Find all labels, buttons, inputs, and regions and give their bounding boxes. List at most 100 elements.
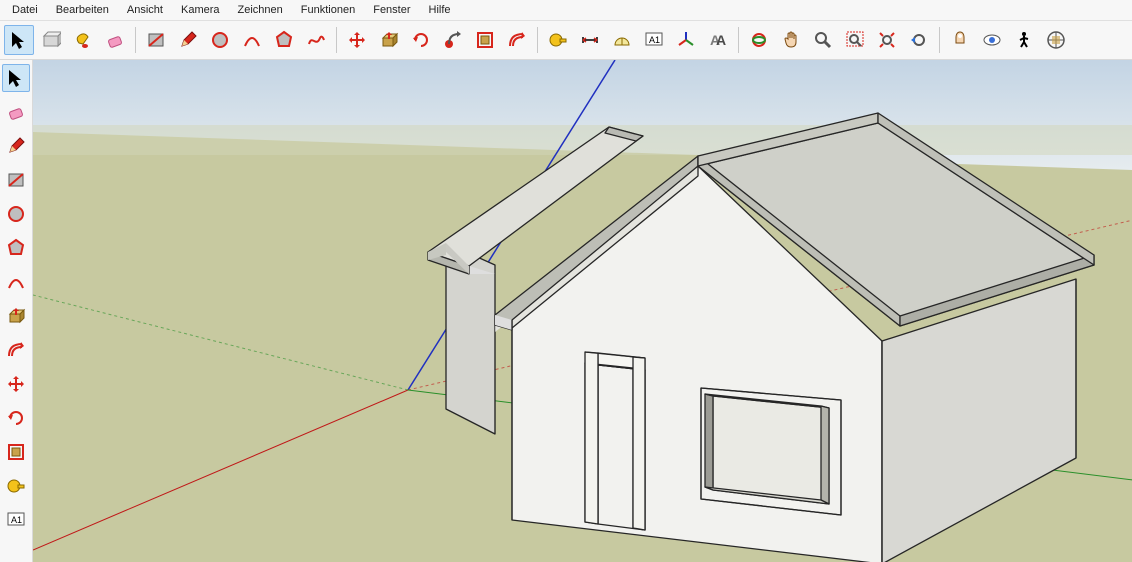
make-component[interactable] bbox=[36, 25, 66, 55]
eraser-icon bbox=[6, 102, 26, 122]
zoom-extents-tool[interactable] bbox=[872, 25, 902, 55]
protractor-icon bbox=[612, 30, 632, 50]
prevview-icon bbox=[909, 30, 929, 50]
toolbar-top bbox=[0, 21, 1132, 60]
move-tool[interactable] bbox=[342, 25, 372, 55]
zoomext-icon bbox=[877, 30, 897, 50]
push-pull-tool[interactable] bbox=[2, 302, 30, 330]
freehand-icon bbox=[306, 30, 326, 50]
move-icon bbox=[347, 30, 367, 50]
zoomwin-icon bbox=[845, 30, 865, 50]
pushpull-icon bbox=[6, 306, 26, 326]
rotate-tool[interactable] bbox=[2, 404, 30, 432]
push-pull-tool[interactable] bbox=[374, 25, 404, 55]
poscam-icon bbox=[950, 30, 970, 50]
zoom-tool[interactable] bbox=[808, 25, 838, 55]
polygon-tool[interactable] bbox=[2, 234, 30, 262]
move-tool[interactable] bbox=[2, 370, 30, 398]
line-tool[interactable] bbox=[173, 25, 203, 55]
arc-icon bbox=[242, 30, 262, 50]
axes-tool[interactable] bbox=[671, 25, 701, 55]
scale-tool[interactable] bbox=[470, 25, 500, 55]
menu-kamera[interactable]: Kamera bbox=[173, 2, 228, 18]
previous-view[interactable] bbox=[904, 25, 934, 55]
tape-icon bbox=[6, 476, 26, 496]
walk-tool[interactable] bbox=[1009, 25, 1039, 55]
menu-hilfe[interactable]: Hilfe bbox=[421, 2, 459, 18]
rect-diag-icon bbox=[146, 30, 166, 50]
zoom-icon bbox=[813, 30, 833, 50]
menu-datei[interactable]: Datei bbox=[4, 2, 46, 18]
rect-diag-icon bbox=[6, 170, 26, 190]
polygon-icon bbox=[274, 30, 294, 50]
eraser-tool[interactable] bbox=[2, 98, 30, 126]
offset-tool[interactable] bbox=[2, 336, 30, 364]
arc-tool[interactable] bbox=[2, 268, 30, 296]
position-camera[interactable] bbox=[945, 25, 975, 55]
3d-text-tool[interactable] bbox=[703, 25, 733, 55]
paint-bucket-tool[interactable] bbox=[68, 25, 98, 55]
menu-bearbeiten[interactable]: Bearbeiten bbox=[48, 2, 117, 18]
follow-me-tool[interactable] bbox=[438, 25, 468, 55]
orbit-icon bbox=[749, 30, 769, 50]
toolbar-separator bbox=[135, 27, 136, 53]
polygon-tool[interactable] bbox=[269, 25, 299, 55]
rectangle-tool[interactable] bbox=[141, 25, 171, 55]
menu-funktionen[interactable]: Funktionen bbox=[293, 2, 363, 18]
offset-icon bbox=[6, 340, 26, 360]
lookaround-icon bbox=[982, 30, 1002, 50]
pan-tool[interactable] bbox=[776, 25, 806, 55]
scale-icon bbox=[6, 442, 26, 462]
move-icon bbox=[6, 374, 26, 394]
menu-fenster[interactable]: Fenster bbox=[365, 2, 418, 18]
circle-tool[interactable] bbox=[205, 25, 235, 55]
rotate-tool[interactable] bbox=[406, 25, 436, 55]
line-tool[interactable] bbox=[2, 132, 30, 160]
tape-measure-tool[interactable] bbox=[2, 472, 30, 500]
menu-zeichnen[interactable]: Zeichnen bbox=[230, 2, 291, 18]
3d-viewport[interactable] bbox=[33, 60, 1132, 562]
protractor-tool[interactable] bbox=[607, 25, 637, 55]
scale-icon bbox=[475, 30, 495, 50]
rectangle-tool[interactable] bbox=[2, 166, 30, 194]
section-plane[interactable] bbox=[1041, 25, 1071, 55]
text-icon bbox=[6, 510, 26, 530]
dimension-icon bbox=[580, 30, 600, 50]
menu-ansicht[interactable]: Ansicht bbox=[119, 2, 171, 18]
followme-icon bbox=[443, 30, 463, 50]
freehand-tool[interactable] bbox=[301, 25, 331, 55]
cursor-icon bbox=[6, 68, 26, 88]
zoom-window-tool[interactable] bbox=[840, 25, 870, 55]
paint-icon bbox=[73, 30, 93, 50]
pencil-icon bbox=[178, 30, 198, 50]
eraser-icon bbox=[105, 30, 125, 50]
section-icon bbox=[1046, 30, 1066, 50]
select-tool[interactable] bbox=[4, 25, 34, 55]
rotate-icon bbox=[411, 30, 431, 50]
pencil-icon bbox=[6, 136, 26, 156]
toolbar-separator bbox=[738, 27, 739, 53]
cursor-icon bbox=[9, 30, 29, 50]
text-tool[interactable] bbox=[2, 506, 30, 534]
arc-tool[interactable] bbox=[237, 25, 267, 55]
axes-icon bbox=[676, 30, 696, 50]
3dtext-icon bbox=[708, 30, 728, 50]
toolbar-separator bbox=[537, 27, 538, 53]
eraser-tool[interactable] bbox=[100, 25, 130, 55]
component-icon bbox=[41, 30, 61, 50]
dimension-tool[interactable] bbox=[575, 25, 605, 55]
walk-icon bbox=[1014, 30, 1034, 50]
circle-tool[interactable] bbox=[2, 200, 30, 228]
offset-tool[interactable] bbox=[502, 25, 532, 55]
look-around[interactable] bbox=[977, 25, 1007, 55]
circle-red-icon bbox=[210, 30, 230, 50]
select-tool[interactable] bbox=[2, 64, 30, 92]
orbit-tool[interactable] bbox=[744, 25, 774, 55]
toolbar-left bbox=[0, 60, 33, 562]
polygon-icon bbox=[6, 238, 26, 258]
text-icon bbox=[644, 30, 664, 50]
text-tool[interactable] bbox=[639, 25, 669, 55]
offset-icon bbox=[507, 30, 527, 50]
scale-tool[interactable] bbox=[2, 438, 30, 466]
tape-measure-tool[interactable] bbox=[543, 25, 573, 55]
